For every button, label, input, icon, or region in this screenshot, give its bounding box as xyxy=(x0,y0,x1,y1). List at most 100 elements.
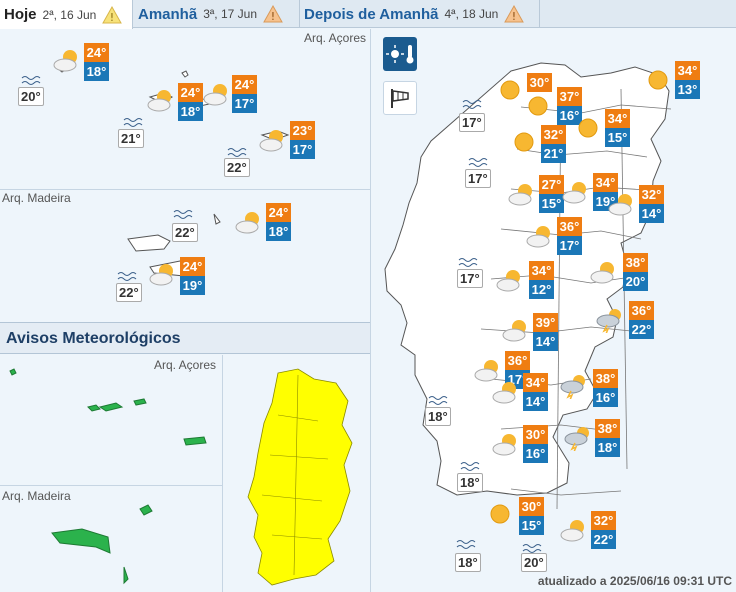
forecast-badge[interactable]: 39° 14° xyxy=(533,313,558,351)
forecast-badge[interactable]: 32° 14° xyxy=(639,185,664,223)
updated-timestamp: atualizado a 2025/06/16 09:31 UTC xyxy=(537,574,732,588)
min-temperature: 15° xyxy=(605,128,630,147)
tab-label: Depois de Amanhã xyxy=(304,5,439,23)
avisos-islands-map xyxy=(9,368,207,585)
forecast-badge[interactable]: 32° 22° xyxy=(591,511,616,549)
max-temperature: 36° xyxy=(629,301,654,320)
forecast-badge[interactable]: 23° 17° xyxy=(290,121,315,159)
min-temperature: 16° xyxy=(593,388,618,407)
min-temperature: 12° xyxy=(529,280,554,299)
forecast-badge[interactable]: 34° 14° xyxy=(523,373,548,411)
sun-cloud-icon xyxy=(562,182,586,204)
max-temperature: 34° xyxy=(529,261,554,280)
min-temperature: 16° xyxy=(523,444,548,463)
storm-icon xyxy=(560,375,585,399)
max-temperature: 32° xyxy=(591,511,616,530)
storm-icon xyxy=(596,309,621,333)
forecast-badge[interactable]: 24° 18° xyxy=(84,43,109,81)
sun-cloud-icon xyxy=(496,270,520,292)
sun-cloud-icon xyxy=(526,226,550,248)
min-temperature: 14° xyxy=(639,204,664,223)
min-temperature: 17° xyxy=(232,94,257,113)
warning-icon: ! xyxy=(263,5,283,23)
forecast-badge[interactable]: 30° xyxy=(527,73,552,92)
sun-cloud-icon xyxy=(147,90,171,112)
sun-icon xyxy=(490,504,510,524)
forecast-badge[interactable]: 24° 19° xyxy=(180,257,205,295)
sun-cloud-icon xyxy=(492,434,516,456)
min-temperature: 17° xyxy=(290,140,315,159)
forecast-badge[interactable]: 34° 13° xyxy=(675,61,700,99)
svg-text:!: ! xyxy=(110,11,114,24)
forecast-badge[interactable]: 30° 16° xyxy=(523,425,548,463)
forecast-badge[interactable]: 38° 16° xyxy=(593,369,618,407)
sun-icon xyxy=(578,118,598,138)
sea-wave-icon xyxy=(173,210,193,219)
sea-temperature: 17° xyxy=(459,113,485,132)
max-temperature: 23° xyxy=(290,121,315,140)
min-temperature: 22° xyxy=(591,530,616,549)
tab-amanha[interactable]: Amanhã 3ª, 17 Jun ! xyxy=(134,0,300,28)
sea-temperature: 18° xyxy=(457,473,483,492)
sun-cloud-icon xyxy=(53,50,77,72)
warning-icon: ! xyxy=(102,5,123,24)
forecast-badge[interactable]: 34° 15° xyxy=(605,109,630,147)
sea-temperature: 22° xyxy=(116,283,142,302)
min-temperature: 20° xyxy=(623,272,648,291)
sun-cloud-icon xyxy=(502,320,526,342)
forecast-badge[interactable]: 24° 17° xyxy=(232,75,257,113)
forecast-badge[interactable]: 36° 22° xyxy=(629,301,654,339)
sun-cloud-icon xyxy=(235,212,259,234)
sun-cloud-icon xyxy=(149,264,173,286)
max-temperature: 36° xyxy=(505,351,530,370)
sea-temperature: 20° xyxy=(521,553,547,572)
sea-temperature: 21° xyxy=(118,129,144,148)
max-temperature: 38° xyxy=(595,419,620,438)
min-temperature: 18° xyxy=(178,102,203,121)
forecast-badge[interactable]: 38° 18° xyxy=(595,419,620,457)
max-temperature: 32° xyxy=(541,125,566,144)
svg-text:!: ! xyxy=(271,10,275,23)
tab-date: 2ª, 16 Jun xyxy=(42,7,97,22)
max-temperature: 24° xyxy=(178,83,203,102)
sea-temperature: 20° xyxy=(18,87,44,106)
forecast-badge[interactable]: 30° 15° xyxy=(519,497,544,535)
sun-icon xyxy=(514,132,534,152)
max-temperature: 37° xyxy=(557,87,582,106)
forecast-badge[interactable]: 24° 18° xyxy=(178,83,203,121)
max-temperature: 30° xyxy=(527,73,552,92)
min-temperature: 21° xyxy=(541,144,566,163)
sun-cloud-icon xyxy=(590,262,614,284)
tab-date: 4ª, 18 Jun xyxy=(444,7,499,21)
max-temperature: 24° xyxy=(180,257,205,276)
sun-cloud-icon xyxy=(203,84,227,106)
min-temperature: 17° xyxy=(557,236,582,255)
tab-depois-de-amanha[interactable]: Depois de Amanhã 4ª, 18 Jun ! xyxy=(300,0,540,28)
tab-hoje[interactable]: Hoje 2ª, 16 Jun ! xyxy=(0,0,133,29)
max-temperature: 30° xyxy=(523,425,548,444)
forecast-badge[interactable]: 38° 20° xyxy=(623,253,648,291)
min-temperature: 14° xyxy=(523,392,548,411)
sea-temperature: 18° xyxy=(455,553,481,572)
sea-temperature: 17° xyxy=(465,169,491,188)
forecast-badge[interactable]: 24° 18° xyxy=(266,203,291,241)
sun-icon xyxy=(528,96,548,116)
forecast-badge[interactable]: 36° 17° xyxy=(557,217,582,255)
max-temperature: 30° xyxy=(519,497,544,516)
min-temperature: 18° xyxy=(595,438,620,457)
sea-temperature: 17° xyxy=(457,269,483,288)
avisos-title: Avisos Meteorológicos xyxy=(0,322,370,354)
sea-wave-icon xyxy=(462,100,482,109)
min-temperature: 18° xyxy=(266,222,291,241)
max-temperature: 36° xyxy=(557,217,582,236)
svg-text:!: ! xyxy=(512,10,516,23)
max-temperature: 32° xyxy=(639,185,664,204)
forecast-badge[interactable]: 32° 21° xyxy=(541,125,566,163)
forecast-badge[interactable]: 34° 12° xyxy=(529,261,554,299)
portugal-mainland-map xyxy=(384,62,672,510)
sun-cloud-icon xyxy=(492,382,516,404)
sun-cloud-icon xyxy=(259,130,283,152)
day-tabs: Hoje 2ª, 16 Jun ! Amanhã 3ª, 17 Jun ! De… xyxy=(0,0,736,29)
max-temperature: 38° xyxy=(623,253,648,272)
max-temperature: 34° xyxy=(675,61,700,80)
